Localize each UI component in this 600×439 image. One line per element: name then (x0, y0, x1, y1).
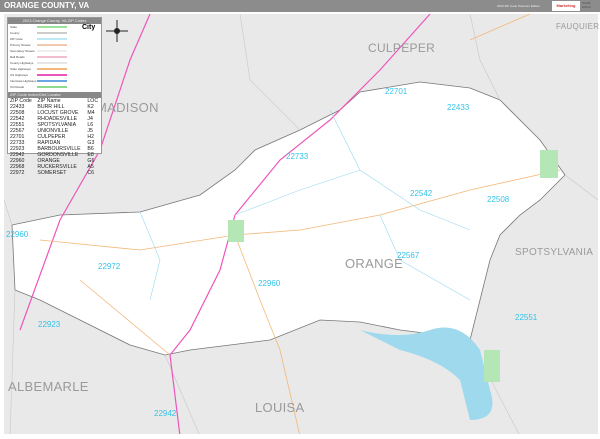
wilderness-park (540, 150, 558, 178)
zip-label: 22542 (410, 189, 433, 198)
legend-swatch (37, 62, 67, 64)
map-title: ORANGE COUNTY, VA (4, 1, 90, 10)
zip-label: 22701 (385, 87, 408, 96)
county-label: FAUQUIER (556, 22, 600, 31)
zip-label: 22923 (38, 320, 61, 329)
legend-swatch (37, 26, 67, 28)
zip-label: 22733 (286, 152, 309, 161)
zip-label: 22960 (6, 230, 29, 239)
legend-swatch (37, 50, 67, 52)
legend-item: Toll Roads (8, 84, 101, 90)
legend-item-label: Rail Roads (10, 55, 25, 59)
city-legend-label: City (82, 24, 96, 31)
title-bar: ORANGE COUNTY, VA 2023 ZIP Code Premium … (0, 0, 600, 18)
legend-swatch (37, 80, 67, 82)
orange-town (228, 220, 244, 242)
legend-swatch (37, 44, 67, 46)
zip-label: 22508 (487, 195, 510, 204)
legend-swatch (37, 68, 67, 70)
county-label: ALBEMARLE (8, 379, 89, 394)
map-legend: 2023 Orange County, VA ZIP Codes State Co… (7, 17, 102, 176)
legend-swatch (37, 38, 67, 40)
county-label: LOUISA (255, 400, 305, 415)
zip-label: 22433 (447, 103, 470, 112)
table-cell: C6 (87, 170, 95, 176)
table-cell: SOMERSET (37, 170, 67, 176)
zip-label: 22567 (397, 251, 420, 260)
zip-label: 22551 (515, 313, 538, 322)
legend-item-label: US Highways (10, 73, 29, 77)
legend-item-label: State Highways (10, 67, 31, 71)
legend-swatch (37, 74, 67, 76)
state-park (484, 350, 500, 382)
edition-label: 2023 ZIP Code Premium Edition (497, 4, 540, 8)
table-row: 22972 SOMERSET C6 (8, 170, 101, 176)
legend-swatch (37, 56, 67, 58)
table-cell: 22972 (10, 170, 25, 176)
county-label: ORANGE (345, 256, 404, 271)
legend-swatch (37, 86, 67, 88)
zip-locator-table: ZIP Code ZIP Name LOC 22433 BURR HILL K2 22… (8, 98, 101, 176)
legend-items: State County ZIP Code Primary Streets Second… (8, 24, 101, 90)
county-label: CULPEPER (368, 41, 436, 55)
legend-item-label: ZIP Code (10, 37, 23, 41)
legend-item-label: County Highways (10, 61, 34, 65)
legend-item-label: County (10, 31, 20, 35)
zip-label: 22960 (258, 279, 281, 288)
logo-subtitle: NAME Edition (582, 1, 592, 9)
legend-item-label: Toll Roads (10, 85, 25, 89)
county-label: SPOTSYLVANIA (515, 247, 594, 258)
legend-item-label: Interstate Highways (10, 79, 37, 83)
county-label: MADISON (96, 100, 159, 115)
zip-label: 22972 (98, 262, 121, 271)
zip-label: 22942 (154, 409, 177, 418)
legend-item-label: State (10, 25, 18, 29)
brand-logo: Marketing MAPS (552, 1, 580, 18)
legend-item-label: Primary Streets (10, 43, 31, 47)
legend-item-label: Secondary Streets (10, 49, 35, 53)
legend-swatch (37, 32, 67, 34)
